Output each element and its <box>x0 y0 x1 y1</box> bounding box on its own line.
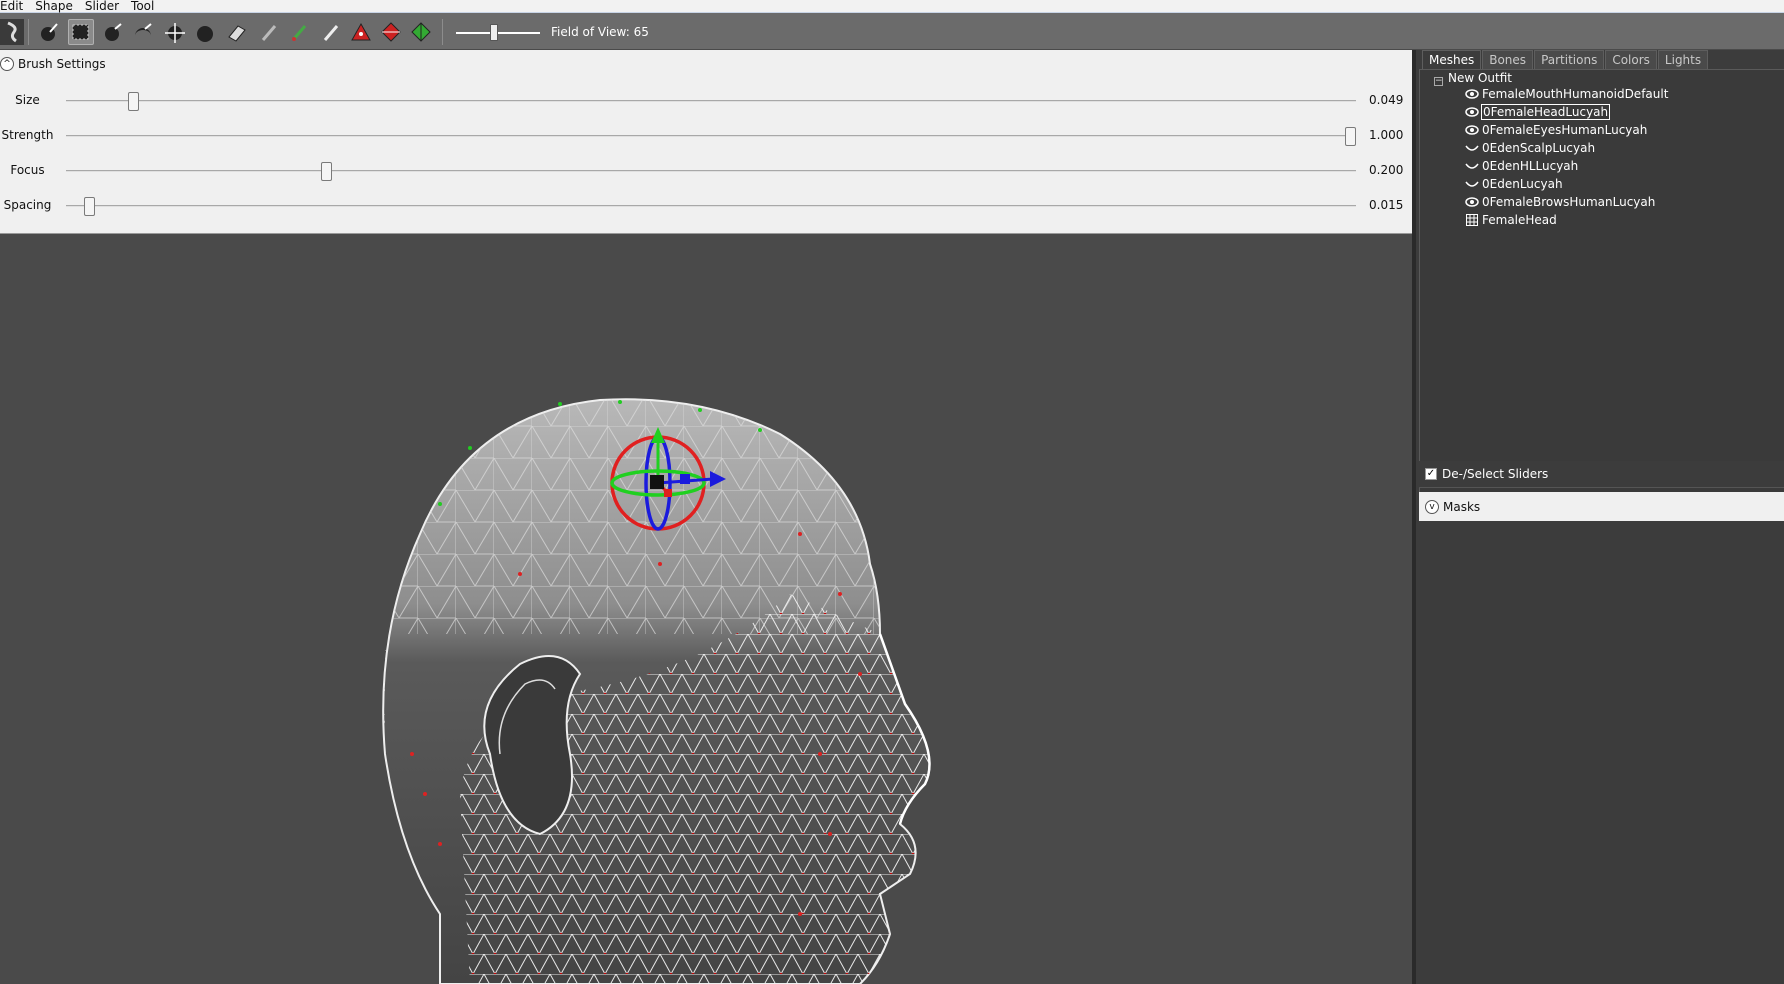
eye-visible-icon[interactable] <box>1464 88 1480 100</box>
tree-item-selected[interactable]: 0FemaleHeadLucyah <box>1464 104 1611 120</box>
spacing-label: Spacing <box>3 198 52 212</box>
fov-slider-track[interactable] <box>456 32 540 34</box>
split-edge-icon[interactable] <box>408 19 434 45</box>
focus-slider-thumb[interactable] <box>321 162 332 181</box>
alpha-brush-icon[interactable] <box>318 19 344 45</box>
spacing-value: 0.015 <box>1369 198 1404 212</box>
tree-item[interactable]: FemaleHead <box>1464 213 1557 227</box>
tab-bones[interactable]: Bones <box>1482 50 1534 69</box>
standard-brush-icon[interactable] <box>36 19 62 45</box>
panel-tabs: Meshes Bones Partitions Colors Lights <box>1422 50 1709 69</box>
menubar: Edit Shape Slider Tool <box>0 0 1784 13</box>
3d-viewport[interactable] <box>0 234 1412 984</box>
strength-slider-thumb[interactable] <box>1345 127 1356 146</box>
brush-settings-title: Brush Settings <box>18 57 106 71</box>
tree-item[interactable]: FemaleMouthHumanoidDefault <box>1464 87 1668 101</box>
strength-slider-row: Strength 1.000 <box>0 126 1412 146</box>
strength-value: 1.000 <box>1369 128 1404 142</box>
collapse-icon[interactable]: − <box>1434 77 1443 86</box>
chevron-down-icon[interactable]: v <box>1425 499 1439 514</box>
tab-lights[interactable]: Lights <box>1657 50 1709 69</box>
strength-slider-track[interactable] <box>66 135 1356 137</box>
focus-slider-row: Focus 0.200 <box>0 161 1412 181</box>
deflate-brush-icon[interactable] <box>130 19 156 45</box>
size-slider-track[interactable] <box>66 100 1356 102</box>
flip-edge-icon[interactable] <box>378 19 404 45</box>
brush-settings-header[interactable]: ^ Brush Settings <box>0 57 106 71</box>
spacing-slider-row: Spacing 0.015 <box>0 196 1412 216</box>
deselect-sliders-row[interactable]: ✓ De-/Select Sliders <box>1419 461 1784 488</box>
deselect-sliders-label: De-/Select Sliders <box>1442 467 1549 481</box>
tree-item-label: 0FemaleBrowsHumanLucyah <box>1482 195 1656 209</box>
tab-colors[interactable]: Colors <box>1605 50 1657 69</box>
menu-tool[interactable]: Tool <box>125 0 160 13</box>
mesh-tree: − New Outfit FemaleMouthHumanoidDefault … <box>1419 69 1784 507</box>
masks-label: Masks <box>1443 499 1481 514</box>
mask-brush-icon[interactable] <box>68 19 94 45</box>
size-label: Size <box>15 93 40 107</box>
eye-hidden-icon[interactable] <box>1464 160 1480 172</box>
app-window: Edit Shape Slider Tool Field of View: 65… <box>0 0 1784 984</box>
tree-item[interactable]: 0EdenHLLucyah <box>1464 159 1578 173</box>
eye-visible-icon[interactable] <box>1464 106 1480 118</box>
size-slider-thumb[interactable] <box>128 92 139 111</box>
tree-item-label: FemaleMouthHumanoidDefault <box>1482 87 1669 101</box>
tab-meshes[interactable]: Meshes <box>1422 50 1482 69</box>
focus-value: 0.200 <box>1369 163 1404 177</box>
undiff-brush-icon[interactable] <box>224 19 250 45</box>
spacing-slider-track[interactable] <box>66 205 1356 207</box>
focus-slider-track[interactable] <box>66 170 1356 172</box>
tree-item-label: 0FemaleHeadLucyah <box>1480 104 1611 120</box>
eye-hidden-icon[interactable] <box>1464 142 1480 154</box>
tree-item[interactable]: 0FemaleBrowsHumanLucyah <box>1464 195 1655 209</box>
brush-settings-panel: ^ Brush Settings Size 0.049 Strength 1.0… <box>0 50 1412 234</box>
strength-label: Strength <box>1 128 54 142</box>
head-mesh-render <box>382 398 931 984</box>
tree-item-label: 0FemaleEyesHumanLucyah <box>1482 123 1648 137</box>
tree-item-label: 0EdenHLLucyah <box>1482 159 1579 173</box>
tree-item-label: 0EdenScalpLucyah <box>1482 141 1596 155</box>
eye-hidden-icon[interactable] <box>1464 178 1480 190</box>
menu-shape[interactable]: Shape <box>29 0 79 13</box>
fov-slider-thumb[interactable] <box>490 24 498 41</box>
collapse-vertex-icon[interactable] <box>348 19 374 45</box>
fov-label: Field of View: 65 <box>551 25 649 39</box>
weight-brush-icon[interactable] <box>256 19 282 45</box>
tree-item[interactable]: 0FemaleEyesHumanLucyah <box>1464 123 1647 137</box>
tab-partitions[interactable]: Partitions <box>1534 50 1605 69</box>
focus-label: Focus <box>10 163 45 177</box>
eye-visible-icon[interactable] <box>1464 196 1480 208</box>
size-value: 0.049 <box>1369 93 1404 107</box>
wireframe-icon[interactable] <box>1464 214 1480 226</box>
chevron-up-icon[interactable]: ^ <box>0 57 14 71</box>
deselect-sliders-checkbox[interactable]: ✓ <box>1425 468 1437 480</box>
tree-item[interactable]: 0EdenLucyah <box>1464 177 1563 191</box>
right-panel: Meshes Bones Partitions Colors Lights − … <box>1412 50 1784 984</box>
masks-section[interactable]: v Masks <box>1419 492 1784 521</box>
size-slider-row: Size 0.049 <box>0 91 1412 111</box>
toolbar: Field of View: 65 <box>0 13 1784 50</box>
smooth-brush-icon[interactable] <box>192 19 218 45</box>
color-brush-icon[interactable] <box>286 19 312 45</box>
tree-root-label[interactable]: New Outfit <box>1448 71 1512 85</box>
move-brush-icon[interactable] <box>162 19 188 45</box>
menu-slider[interactable]: Slider <box>79 0 125 13</box>
spacing-slider-thumb[interactable] <box>84 197 95 216</box>
tree-item-label: FemaleHead <box>1482 213 1557 227</box>
tree-item-label: 0EdenLucyah <box>1482 177 1563 191</box>
eye-visible-icon[interactable] <box>1464 124 1480 136</box>
inflate-brush-icon[interactable] <box>100 19 126 45</box>
tree-item[interactable]: 0EdenScalpLucyah <box>1464 141 1595 155</box>
logo-icon <box>0 19 24 45</box>
menu-edit[interactable]: Edit <box>0 0 29 13</box>
